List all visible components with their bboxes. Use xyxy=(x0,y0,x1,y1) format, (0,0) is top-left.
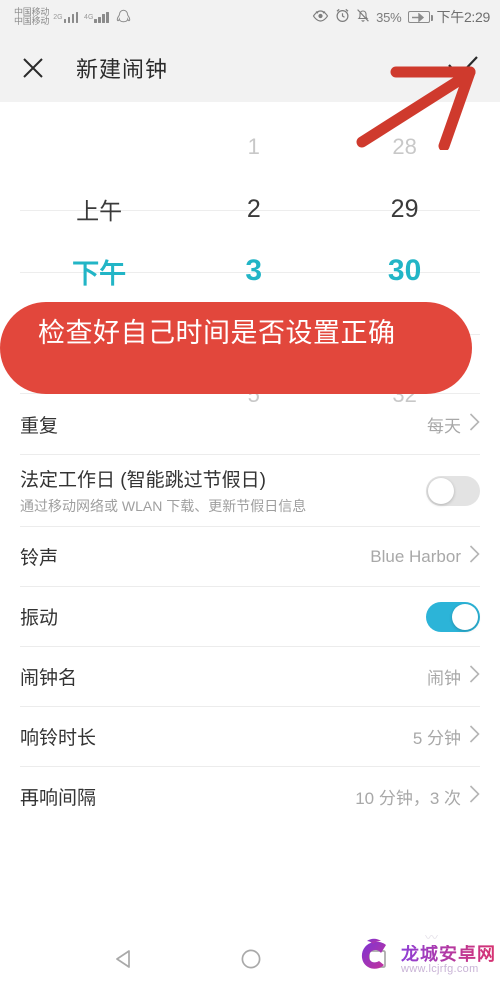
carrier-labels: 中国移动 中国移动 xyxy=(14,7,50,27)
qq-penguin-icon xyxy=(116,9,131,25)
row-texts: 响铃时长 xyxy=(20,723,413,750)
row-value: Blue Harbor xyxy=(370,546,461,566)
battery-charging-icon xyxy=(407,11,433,23)
row-label: 法定工作日 (智能跳过节假日) xyxy=(20,470,266,491)
chevron-right-icon xyxy=(469,412,480,436)
settings-row-workday[interactable]: 法定工作日 (智能跳过节假日) 通过移动网络或 WLAN 下载、更新节假日信息 xyxy=(20,454,480,526)
row-value: 每天 xyxy=(427,416,461,436)
settings-list: 重复 每天 法定工作日 (智能跳过节假日) 通过移动网络或 WLAN 下载、更新… xyxy=(0,394,500,826)
carrier-2-label: 中国移动 xyxy=(14,16,50,26)
minute-option-selected[interactable]: 30 xyxy=(329,240,480,302)
row-value-group[interactable]: 每天 xyxy=(427,412,480,437)
settings-row-ring-duration[interactable]: 响铃时长 5 分钟 xyxy=(20,706,480,766)
row-label: 振动 xyxy=(20,608,59,630)
vibration-toggle[interactable] xyxy=(426,601,480,632)
workday-toggle[interactable] xyxy=(426,475,480,506)
page-title: 新建闹钟 xyxy=(76,57,169,82)
battery-percent-label: 35% xyxy=(376,9,402,25)
chevron-right-icon xyxy=(469,545,480,568)
app-bar: 新建闹钟 xyxy=(0,34,500,102)
toggle-knob xyxy=(428,477,454,504)
toggle-knob xyxy=(452,603,478,630)
signal-bars-sim2-icon xyxy=(94,11,109,23)
close-x-icon[interactable] xyxy=(20,55,46,81)
row-texts: 闹钟名 xyxy=(20,663,427,690)
back-triangle-icon[interactable] xyxy=(113,948,135,975)
minute-option-28[interactable]: 28 xyxy=(329,116,480,178)
bell-muted-icon xyxy=(356,8,370,26)
row-texts: 法定工作日 (智能跳过节假日) 通过移动网络或 WLAN 下载、更新节假日信息 xyxy=(20,465,426,516)
checkmark-icon[interactable] xyxy=(446,55,480,81)
row-value-group[interactable]: Blue Harbor xyxy=(370,545,480,568)
row-value-group[interactable]: 5 分钟 xyxy=(413,724,480,749)
ampm-option-am[interactable]: 上午 xyxy=(20,178,178,240)
row-label: 重复 xyxy=(20,415,59,437)
row-subtitle: 通过移动网络或 WLAN 下载、更新节假日信息 xyxy=(20,498,307,514)
settings-row-snooze[interactable]: 再响间隔 10 分钟，3 次 xyxy=(20,766,480,826)
minute-option-29[interactable]: 29 xyxy=(329,178,480,240)
row-texts: 振动 xyxy=(20,603,426,630)
home-circle-icon[interactable] xyxy=(240,948,262,975)
row-texts: 重复 xyxy=(20,411,427,438)
hour-option-2[interactable]: 2 xyxy=(178,178,329,240)
status-time-label: 下午2:29 xyxy=(436,9,491,25)
chevron-right-icon xyxy=(469,665,480,688)
row-label: 闹钟名 xyxy=(20,668,78,690)
signal-sim2: 4G xyxy=(84,11,109,23)
chevron-right-icon xyxy=(469,725,480,748)
network-type-sim1: 2G xyxy=(53,13,63,21)
row-texts: 再响间隔 xyxy=(20,783,355,810)
chevron-right-icon xyxy=(469,785,480,808)
settings-row-ringtone[interactable]: 铃声 Blue Harbor xyxy=(20,526,480,586)
row-label: 再响间隔 xyxy=(20,788,97,810)
signal-sim1: 2G xyxy=(53,11,79,23)
settings-row-alarm-name[interactable]: 闹钟名 闹钟 xyxy=(20,646,480,706)
row-value-group[interactable]: 闹钟 xyxy=(427,664,480,689)
settings-row-repeat[interactable]: 重复 每天 xyxy=(20,394,480,454)
settings-row-vibration[interactable]: 振动 xyxy=(20,586,480,646)
recents-square-icon[interactable] xyxy=(367,949,387,974)
row-value: 闹钟 xyxy=(427,669,461,689)
signal-bars-sim1-icon xyxy=(63,11,79,23)
hour-option-1[interactable]: 1 xyxy=(178,116,329,178)
watermark-ghost-mark: 〰 xyxy=(424,930,440,945)
row-value: 5 分钟 xyxy=(412,729,461,749)
network-type-sim2: 4G xyxy=(84,13,94,21)
status-bar: 中国移动 中国移动 2G 4G 35% 下午2:29 xyxy=(0,0,500,34)
status-icons-right: 35% 下午2:29 xyxy=(312,7,490,27)
row-value: 10 分钟，3 次 xyxy=(355,789,461,809)
annotation-banner: 检查好自己时间是否设置正确 xyxy=(0,302,472,394)
row-label: 响铃时长 xyxy=(20,728,97,750)
row-texts: 铃声 xyxy=(20,543,370,570)
row-value-group[interactable]: 10 分钟，3 次 xyxy=(355,784,480,809)
hour-option-selected[interactable]: 3 xyxy=(178,240,329,302)
eye-icon xyxy=(312,9,329,25)
ampm-option-selected[interactable]: 下午 xyxy=(20,240,178,302)
alarm-clock-icon xyxy=(335,8,350,26)
row-label: 铃声 xyxy=(20,548,59,570)
